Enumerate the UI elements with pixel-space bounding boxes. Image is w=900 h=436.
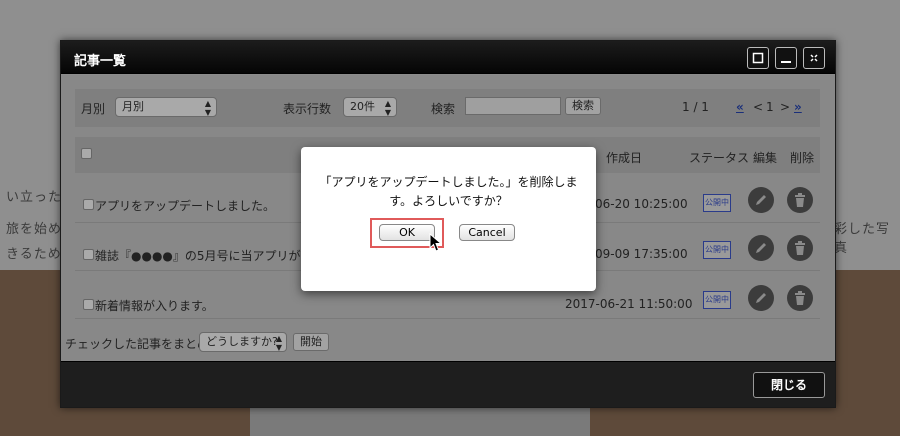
cancel-button[interactable]: Cancel (459, 224, 515, 241)
minimize-button[interactable] (775, 47, 797, 69)
pager-first-link[interactable]: « (736, 100, 744, 114)
restore-icon (810, 54, 818, 62)
row-checkbox[interactable] (83, 249, 94, 260)
header-date: 作成日 (606, 151, 643, 165)
modal-footer: 閉じる (61, 361, 835, 407)
rows-label: 表示行数 (283, 102, 332, 116)
row-checkbox[interactable] (83, 199, 94, 210)
trash-icon (795, 291, 805, 305)
row-checkbox[interactable] (83, 299, 94, 310)
delete-button[interactable] (787, 235, 813, 261)
bulk-action-select[interactable]: どうしますか? ▲ ▼ (199, 332, 287, 352)
pencil-icon (756, 195, 766, 205)
month-select[interactable]: 月別 ▲ ▼ (115, 97, 217, 117)
select-all-checkbox[interactable] (81, 148, 92, 159)
modal-title: 記事一覧 (74, 54, 127, 69)
rows-select[interactable]: 20件 ▲ ▼ (343, 97, 397, 117)
background-text-1: い立った (6, 190, 63, 205)
edit-button[interactable] (748, 285, 774, 311)
modal-header: 記事一覧 (61, 41, 835, 74)
rows-select-value: 20件 (350, 100, 375, 113)
filter-bar: 月別 月別 ▲ ▼ 表示行数 20件 ▲ ▼ 検索 検索 1 / 1 « < 1 >… (75, 89, 820, 127)
month-filter-label: 月別 (81, 102, 106, 116)
minimize-icon (781, 61, 791, 63)
status-badge: 公開中 (703, 241, 731, 259)
select-arrows-icon: ▲ ▼ (384, 99, 391, 117)
header-status: ステータス (689, 151, 750, 165)
edit-button[interactable] (748, 235, 774, 261)
dialog-message: 「アプリをアップデートしました。」を削除します。よろしいですか？ (319, 175, 578, 208)
bulk-start-button[interactable]: 開始 (293, 333, 329, 351)
trash-icon (795, 241, 805, 255)
status-badge: 公開中 (703, 291, 731, 309)
search-input[interactable] (465, 97, 561, 115)
restore-button[interactable] (803, 47, 825, 69)
row-date: 09-09 17:35:00 (595, 247, 688, 261)
row-title[interactable]: アプリをアップデートしました。 (95, 197, 275, 214)
edit-button[interactable] (748, 187, 774, 213)
confirm-dialog: 「アプリをアップデートしました。」を削除します。よろしいですか？ OK Canc… (301, 147, 596, 291)
pencil-icon (756, 243, 766, 253)
bulk-action-value: どうしますか? (206, 335, 278, 348)
pager-next-link[interactable]: > (780, 100, 790, 114)
select-arrows-icon: ▲ ▼ (204, 99, 211, 117)
close-modal-button[interactable]: 閉じる (753, 372, 825, 398)
status-badge: 公開中 (703, 194, 731, 212)
delete-button[interactable] (787, 285, 813, 311)
month-select-value: 月別 (122, 100, 144, 113)
header-delete: 削除 (790, 151, 815, 165)
background-text-4: 彩した写真 (834, 222, 891, 256)
pager-last-link[interactable]: » (794, 100, 802, 114)
pager-prev-link[interactable]: < (753, 100, 763, 114)
pencil-icon (756, 293, 766, 303)
header-edit: 編集 (753, 151, 778, 165)
pager-current-page[interactable]: 1 (766, 100, 774, 114)
row-date: 06-20 10:25:00 (595, 197, 688, 211)
select-arrows-icon: ▲ ▼ (275, 334, 282, 352)
row-title[interactable]: 新着情報が入ります。 (95, 297, 214, 314)
maximize-button[interactable] (747, 47, 769, 69)
mouse-cursor-icon (429, 233, 443, 252)
row-date: 2017-06-21 11:50:00 (565, 297, 693, 311)
pager-count: 1 / 1 (682, 100, 709, 114)
trash-icon (795, 193, 805, 207)
maximize-icon (752, 52, 764, 64)
search-label: 検索 (431, 102, 456, 116)
bulk-action-label: チェックした記事をまとめて (65, 337, 222, 351)
search-button[interactable]: 検索 (565, 97, 601, 115)
delete-button[interactable] (787, 187, 813, 213)
